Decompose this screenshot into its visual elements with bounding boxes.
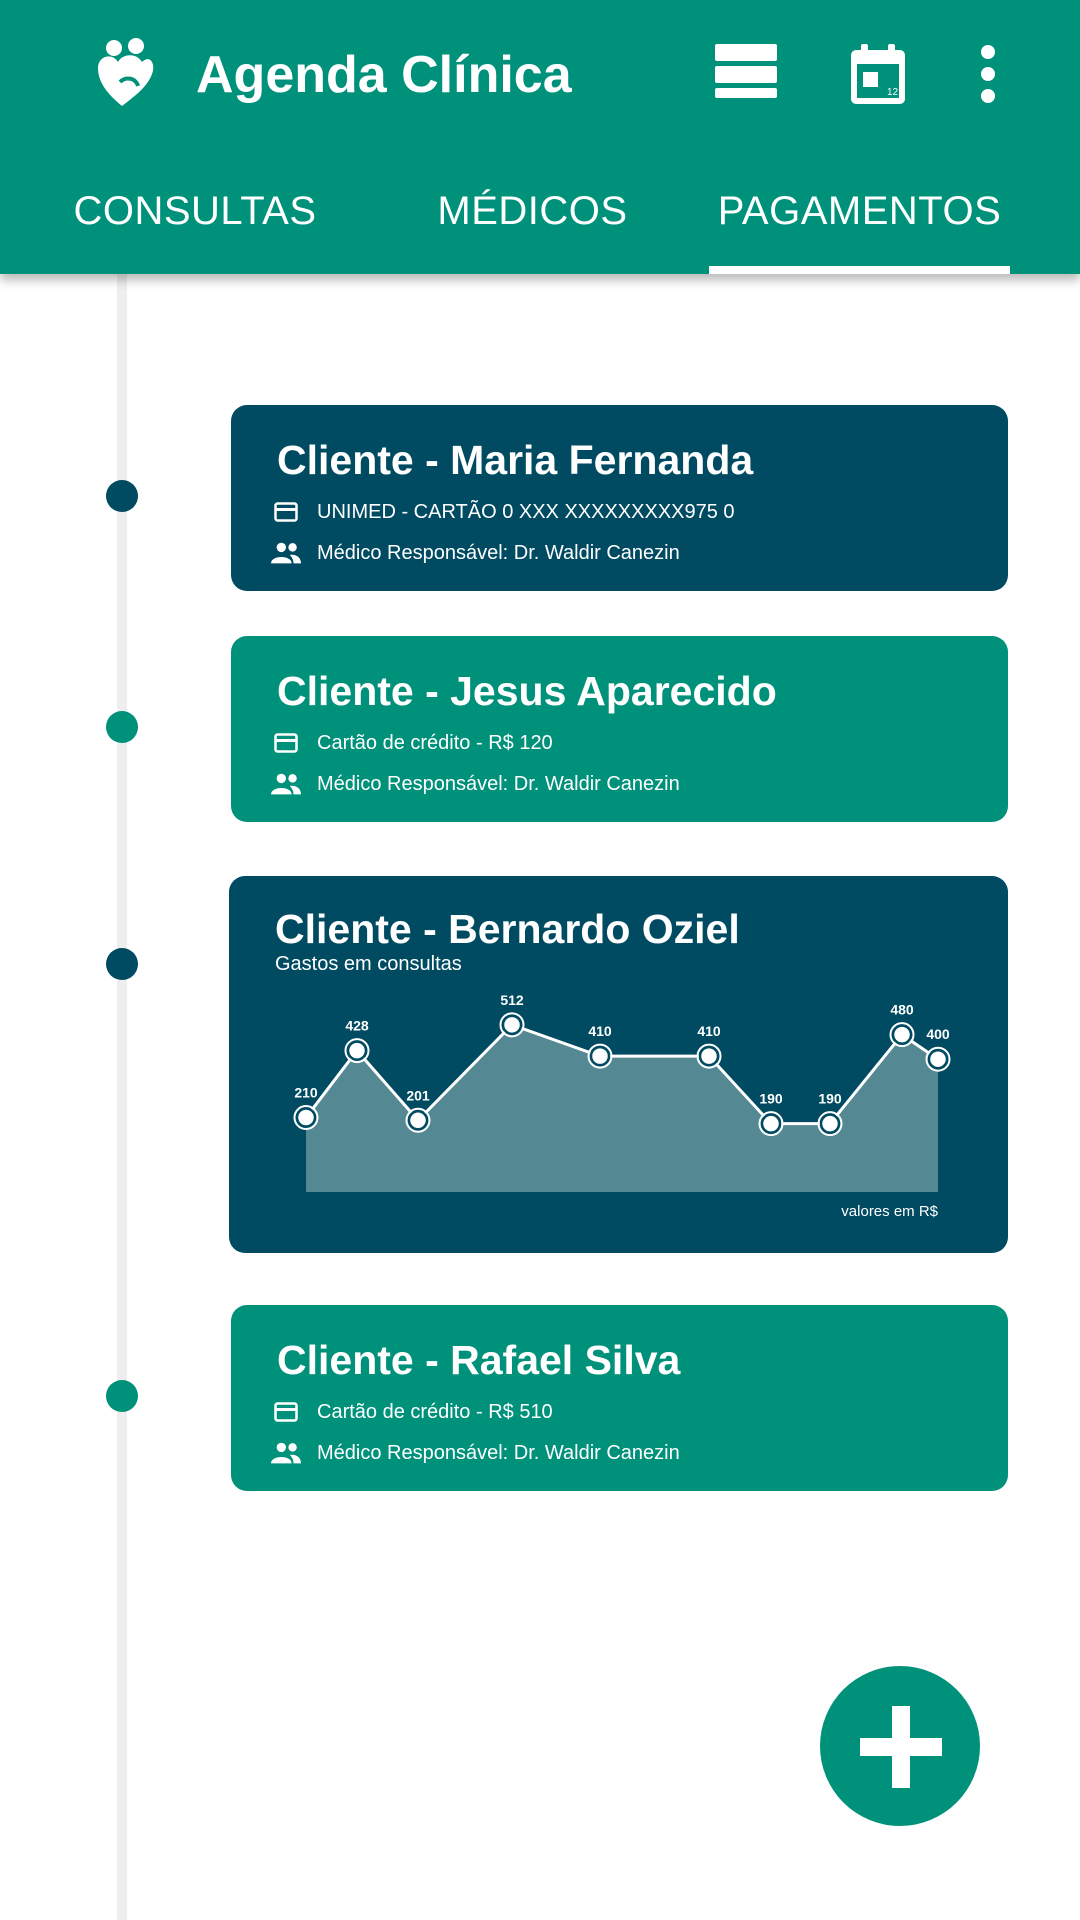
list-view-button[interactable] (706, 34, 786, 114)
chart-point (407, 1110, 429, 1131)
payment-card[interactable]: Cliente - Rafael Silva Cartão de crédito… (231, 1305, 1008, 1491)
svg-text:12: 12 (887, 87, 899, 98)
chart-point (891, 1024, 913, 1045)
more-options-button[interactable] (948, 34, 1028, 114)
doctor-info: Médico Responsável: Dr. Waldir Canezin (317, 1442, 680, 1464)
chart-point (346, 1040, 368, 1061)
card-title: Cliente - Rafael Silva (277, 1337, 681, 1383)
chart-point (819, 1113, 841, 1134)
card-title: Cliente - Maria Fernanda (277, 437, 754, 483)
chart-data-label: 190 (818, 1091, 842, 1107)
chart-card[interactable]: Cliente - Bernardo Oziel Gastos em consu… (229, 876, 1008, 1253)
doctor-info: Médico Responsável: Dr. Waldir Canezin (317, 773, 680, 795)
credit-card-icon (271, 1397, 301, 1427)
doctor-row: Médico Responsável: Dr. Waldir Canezin (271, 538, 680, 568)
doctor-info: Médico Responsável: Dr. Waldir Canezin (317, 542, 680, 564)
chart-data-label: 400 (926, 1026, 950, 1042)
tab-consultas[interactable]: CONSULTAS (60, 174, 330, 248)
timeline-dot (106, 711, 138, 743)
payment-card[interactable]: Cliente - Jesus Aparecido Cartão de créd… (231, 636, 1008, 822)
payment-info: UNIMED - CARTÃO 0 XXX XXXXXXXXX975 0 (317, 501, 735, 523)
app-title: Agenda Clínica (196, 46, 572, 104)
tab-pagamentos[interactable]: PAGAMENTOS (709, 174, 1010, 248)
chart-point (589, 1045, 611, 1067)
app-bar: Agenda Clínica 12 CONSULTAS MÉDICOS PAGA… (0, 0, 1080, 274)
timeline-line (117, 274, 127, 1920)
add-payment-button[interactable] (820, 1666, 980, 1826)
doctor-row: Médico Responsável: Dr. Waldir Canezin (271, 1438, 680, 1468)
people-icon (271, 769, 301, 799)
payment-row: Cartão de crédito - R$ 120 (271, 728, 553, 758)
chart-data-label: 480 (890, 1002, 914, 1018)
chart-data-label: 512 (500, 992, 524, 1008)
payment-row: Cartão de crédito - R$ 510 (271, 1397, 553, 1427)
timeline-dot (106, 1380, 138, 1412)
payment-card[interactable]: Cliente - Maria Fernanda UNIMED - CARTÃO… (231, 405, 1008, 591)
timeline-dot (106, 480, 138, 512)
credit-card-icon (271, 728, 301, 758)
timeline-dot (106, 948, 138, 980)
tab-selected-indicator (709, 266, 1010, 274)
chart-point (760, 1113, 782, 1134)
list-view-icon (715, 44, 777, 104)
calendar-icon: 12 (851, 44, 905, 104)
chart-data-label: 210 (294, 1085, 318, 1101)
chart-data-label: 190 (759, 1091, 783, 1107)
people-icon (271, 1438, 301, 1468)
people-icon (271, 538, 301, 568)
tab-medicos[interactable]: MÉDICOS (410, 174, 655, 248)
payment-row: UNIMED - CARTÃO 0 XXX XXXXXXXXX975 0 (271, 497, 735, 527)
card-title: Cliente - Jesus Aparecido (277, 668, 777, 714)
calendar-button[interactable]: 12 (838, 34, 918, 114)
spending-chart: 210 428 201 512 410 410 190 190 480 400 valores em… (293, 992, 951, 1220)
chart-data-label: 201 (406, 1087, 430, 1103)
chart-point (295, 1107, 317, 1128)
doctor-row: Médico Responsável: Dr. Waldir Canezin (271, 769, 680, 799)
payment-info: Cartão de crédito - R$ 120 (317, 732, 553, 754)
chart-point (698, 1045, 720, 1067)
chart-data-label: 428 (345, 1018, 369, 1034)
chart-data-label: 410 (697, 1023, 721, 1039)
chart-data-label: 410 (588, 1023, 612, 1039)
heart-people-logo-icon (92, 38, 158, 108)
chart-point (927, 1048, 949, 1070)
chart-point (501, 1014, 523, 1036)
more-vert-icon (980, 44, 996, 104)
chart-units-note: valores em R$ (841, 1203, 938, 1220)
credit-card-icon (271, 497, 301, 527)
payment-info: Cartão de crédito - R$ 510 (317, 1401, 553, 1423)
